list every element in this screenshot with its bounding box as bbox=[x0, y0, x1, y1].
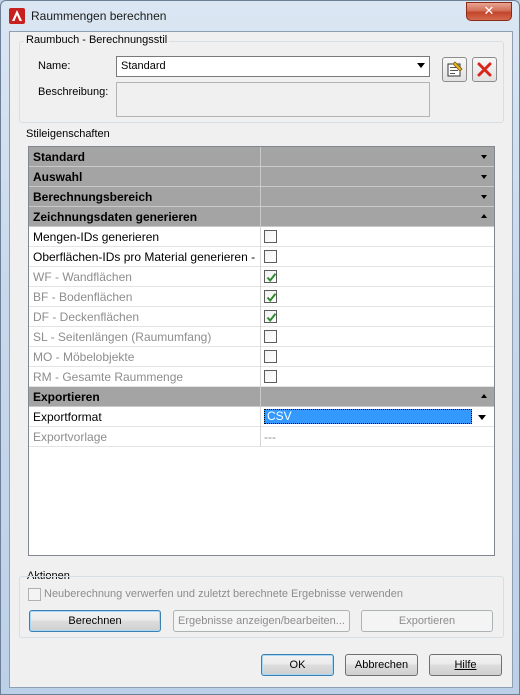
export-button[interactable]: Exportieren bbox=[361, 610, 493, 632]
column-divider bbox=[260, 287, 261, 307]
window-title: Raummengen berechnen bbox=[31, 9, 167, 23]
property-label: DF - Deckenflächen bbox=[33, 310, 140, 324]
expand-arrow-icon[interactable] bbox=[481, 175, 487, 179]
property-label: MO - Möbelobjekte bbox=[33, 350, 135, 364]
property-row[interactable]: Oberflächen-IDs pro Material generieren … bbox=[29, 247, 494, 267]
category-label: Zeichnungsdaten generieren bbox=[33, 210, 198, 224]
category-label: Standard bbox=[33, 150, 86, 164]
column-divider bbox=[260, 347, 261, 367]
column-divider bbox=[260, 327, 261, 347]
checkmark-icon bbox=[266, 293, 277, 303]
close-button[interactable]: ✕ bbox=[466, 2, 512, 21]
property-row[interactable]: MO - Möbelobjekte bbox=[29, 347, 494, 367]
property-grid[interactable]: Standard Auswahl Berechnungsbereich Zeichnu… bbox=[28, 146, 495, 556]
discard-recalc-checkbox[interactable] bbox=[28, 588, 41, 601]
property-checkbox[interactable] bbox=[264, 270, 277, 283]
column-divider bbox=[260, 207, 261, 227]
property-row[interactable]: RM - Gesamte Raummenge bbox=[29, 367, 494, 387]
property-row[interactable]: SL - Seitenlängen (Raumumfang) bbox=[29, 327, 494, 347]
checkmark-icon bbox=[266, 313, 277, 323]
property-row[interactable]: Exportvorlage --- bbox=[29, 427, 494, 447]
category-label: Exportieren bbox=[33, 390, 100, 404]
property-row[interactable]: DF - Deckenflächen bbox=[29, 307, 494, 327]
chevron-down-icon bbox=[417, 63, 425, 68]
ok-button[interactable]: OK bbox=[261, 654, 334, 676]
delete-icon bbox=[477, 62, 492, 77]
column-divider bbox=[260, 427, 261, 447]
property-row[interactable]: Exportformat CSV bbox=[29, 407, 494, 427]
discard-recalc-label: Neuberechnung verwerfen und zuletzt bere… bbox=[44, 588, 403, 600]
cancel-button[interactable]: Abbrechen bbox=[345, 654, 418, 676]
property-checkbox[interactable] bbox=[264, 250, 277, 263]
property-category-row[interactable]: Berechnungsbereich bbox=[29, 187, 494, 207]
export-format-select[interactable]: CSV bbox=[264, 409, 472, 424]
property-category-row[interactable]: Exportieren bbox=[29, 387, 494, 407]
property-label: RM - Gesamte Raummenge bbox=[33, 370, 184, 384]
property-category-row[interactable]: Auswahl bbox=[29, 167, 494, 187]
title-bar[interactable]: Raummengen berechnen ✕ bbox=[1, 1, 519, 31]
edit-style-button[interactable] bbox=[442, 57, 467, 82]
category-label: Auswahl bbox=[33, 170, 83, 184]
checkmark-icon bbox=[266, 273, 277, 283]
description-field[interactable] bbox=[116, 82, 430, 117]
property-row[interactable]: Mengen-IDs generieren bbox=[29, 227, 494, 247]
autocad-app-icon bbox=[9, 8, 25, 24]
help-label: Hilfe bbox=[454, 659, 477, 671]
property-label: SL - Seitenlängen (Raumumfang) bbox=[33, 330, 212, 344]
property-label: Mengen-IDs generieren bbox=[33, 230, 160, 244]
column-divider bbox=[260, 247, 261, 267]
column-divider bbox=[260, 387, 261, 407]
collapse-arrow-icon[interactable] bbox=[481, 214, 487, 218]
property-checkbox[interactable] bbox=[264, 330, 277, 343]
chevron-down-icon[interactable] bbox=[478, 415, 486, 420]
column-divider bbox=[260, 307, 261, 327]
property-value: --- bbox=[264, 430, 276, 444]
delete-style-button[interactable] bbox=[472, 57, 497, 82]
name-label: Name: bbox=[38, 60, 71, 72]
property-row[interactable]: BF - Bodenflächen bbox=[29, 287, 494, 307]
expand-arrow-icon[interactable] bbox=[481, 155, 487, 159]
property-label: WF - Wandflächen bbox=[33, 270, 132, 284]
property-category-row[interactable]: Standard bbox=[29, 147, 494, 167]
property-row[interactable]: WF - Wandflächen bbox=[29, 267, 494, 287]
property-category-row[interactable]: Zeichnungsdaten generieren bbox=[29, 207, 494, 227]
help-button[interactable]: Hilfe bbox=[429, 654, 502, 676]
property-checkbox[interactable] bbox=[264, 290, 277, 303]
column-divider bbox=[260, 267, 261, 287]
property-label: Oberflächen-IDs pro Material generieren … bbox=[33, 250, 256, 264]
edit-style-icon bbox=[447, 61, 463, 77]
column-divider bbox=[260, 167, 261, 187]
column-divider bbox=[260, 407, 261, 427]
style-group-label: Raumbuch - Berechnungsstil bbox=[24, 34, 170, 46]
property-checkbox[interactable] bbox=[264, 230, 277, 243]
style-name-value: Standard bbox=[121, 60, 166, 72]
property-checkbox[interactable] bbox=[264, 310, 277, 323]
column-divider bbox=[260, 187, 261, 207]
property-label: BF - Bodenflächen bbox=[33, 290, 133, 304]
property-label: Exportformat bbox=[33, 410, 102, 424]
calculate-button[interactable]: Berechnen bbox=[29, 610, 161, 632]
column-divider bbox=[260, 147, 261, 167]
expand-arrow-icon[interactable] bbox=[481, 195, 487, 199]
property-label: Exportvorlage bbox=[33, 430, 108, 444]
dialog-window: Raummengen berechnen ✕ Raumbuch - Berech… bbox=[0, 0, 520, 695]
style-name-select[interactable]: Standard bbox=[116, 56, 430, 77]
column-divider bbox=[260, 227, 261, 247]
property-checkbox[interactable] bbox=[264, 350, 277, 363]
description-label: Beschreibung: bbox=[38, 86, 109, 98]
column-divider bbox=[260, 367, 261, 387]
dialog-client-area: Raumbuch - Berechnungsstil Name: Standar… bbox=[9, 31, 513, 688]
collapse-arrow-icon[interactable] bbox=[481, 394, 487, 398]
show-results-button[interactable]: Ergebnisse anzeigen/bearbeiten... bbox=[173, 610, 350, 632]
category-label: Berechnungsbereich bbox=[33, 190, 153, 204]
property-checkbox[interactable] bbox=[264, 370, 277, 383]
properties-label: Stileigenschaften bbox=[26, 128, 110, 140]
